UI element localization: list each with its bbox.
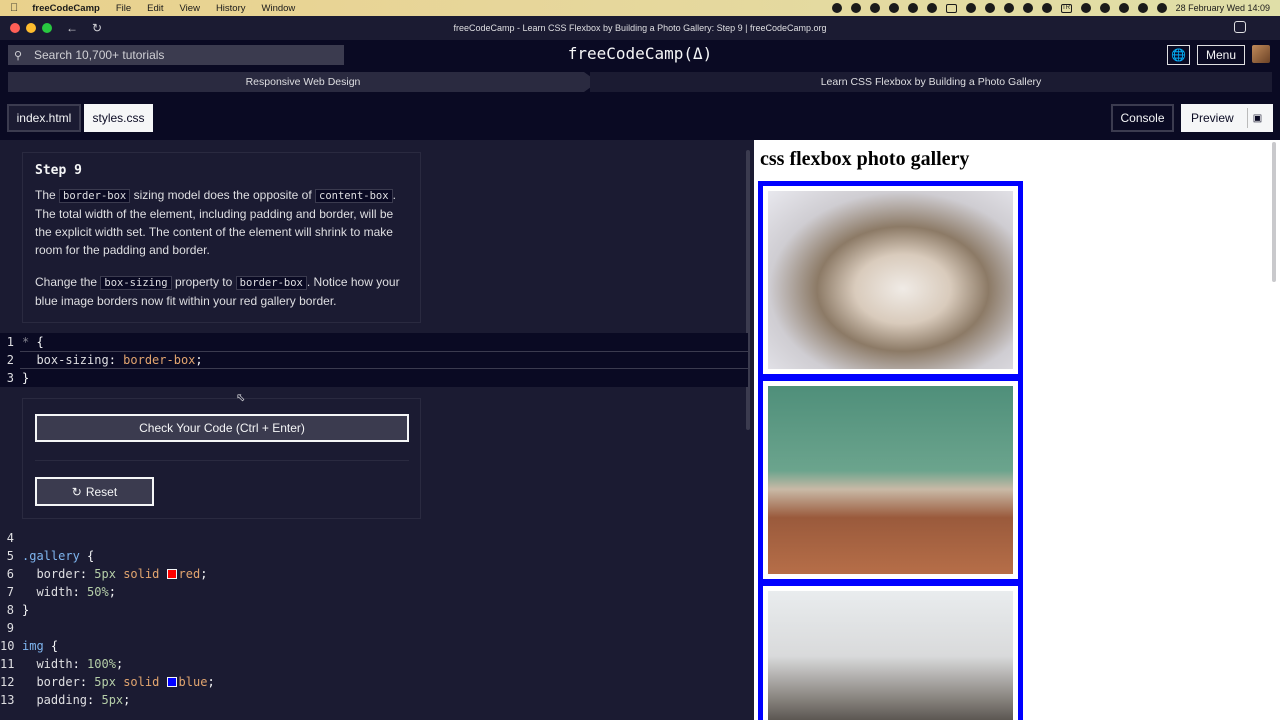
minimize-window-icon[interactable] bbox=[26, 23, 36, 33]
input-source[interactable]: TR bbox=[1060, 3, 1072, 13]
close-window-icon[interactable] bbox=[10, 23, 20, 33]
extensions-icon[interactable] bbox=[1234, 21, 1246, 33]
volume-icon[interactable] bbox=[1041, 3, 1052, 13]
fcc-navbar: ⚲ Search 10,700+ tutorials freeCodeCamp(… bbox=[0, 40, 1280, 70]
step-paragraph-1: The border-box sizing model does the opp… bbox=[35, 188, 396, 257]
control-center-icon[interactable] bbox=[1156, 3, 1167, 13]
search-bar[interactable]: ⚲ Search 10,700+ tutorials bbox=[8, 45, 344, 65]
shield-icon[interactable] bbox=[869, 3, 880, 13]
breadcrumb-superblock[interactable]: Responsive Web Design bbox=[8, 72, 598, 92]
gallery-image bbox=[758, 581, 1023, 720]
code-line[interactable]: 6 border: 5px solid red; bbox=[0, 565, 208, 583]
display-icon[interactable] bbox=[945, 3, 957, 13]
tab-styles-css[interactable]: styles.css bbox=[84, 104, 153, 132]
code-line[interactable]: 3} bbox=[0, 369, 29, 387]
dropbox-icon[interactable] bbox=[907, 3, 918, 13]
cat-photo-peeking bbox=[768, 591, 1013, 720]
step-description: Step 9 The border-box sizing model does … bbox=[22, 152, 421, 323]
browser-titlebar: ← ↻ freeCodeCamp - Learn CSS Flexbox by … bbox=[0, 16, 1280, 40]
menu-edit[interactable]: Edit bbox=[147, 3, 163, 14]
mac-menu-bar:  freeCodeCamp File Edit View History Wi… bbox=[0, 0, 1280, 16]
back-arrow-icon[interactable]: ← bbox=[66, 21, 78, 35]
wifi-icon[interactable] bbox=[1137, 3, 1148, 13]
editor-scrollbar[interactable] bbox=[746, 150, 750, 430]
battery-icon[interactable] bbox=[1022, 3, 1033, 13]
menu-button[interactable]: Menu bbox=[1197, 45, 1245, 65]
tab-index-html[interactable]: index.html bbox=[7, 104, 81, 132]
popout-icon[interactable]: ▣ bbox=[1247, 108, 1267, 128]
cloud-icon[interactable] bbox=[888, 3, 899, 13]
window-title: freeCodeCamp - Learn CSS Flexbox by Buil… bbox=[453, 23, 827, 33]
reset-button[interactable]: ↻ Reset bbox=[35, 477, 154, 506]
code-line[interactable]: 1 * { bbox=[0, 333, 44, 351]
step-title: Step 9 bbox=[35, 163, 82, 178]
preview-heading: css flexbox photo gallery bbox=[760, 148, 970, 170]
code-line[interactable]: 13 padding: 5px; bbox=[0, 691, 130, 709]
preview-pane[interactable]: css flexbox photo gallery bbox=[754, 140, 1280, 720]
gallery-image bbox=[758, 376, 1023, 584]
code-line[interactable]: 11 width: 100%; bbox=[0, 655, 123, 673]
brightness-icon[interactable] bbox=[1099, 3, 1110, 13]
extension-icon[interactable] bbox=[850, 3, 861, 13]
apple-icon[interactable]:  bbox=[10, 2, 18, 14]
menu-file[interactable]: File bbox=[116, 3, 131, 14]
action-panel: Check Your Code (Ctrl + Enter) ↻ Reset bbox=[22, 398, 421, 519]
preview-label: Preview bbox=[1191, 111, 1234, 125]
preview-scrollbar[interactable] bbox=[1272, 142, 1276, 282]
reset-label: Reset bbox=[85, 484, 118, 499]
step-paragraph-2: Change the box-sizing property to border… bbox=[35, 275, 400, 308]
code-line[interactable]: 8} bbox=[0, 601, 29, 619]
blue-swatch-icon bbox=[166, 677, 177, 687]
search-icon[interactable] bbox=[1118, 3, 1129, 13]
console-button[interactable]: Console bbox=[1111, 104, 1174, 132]
check-code-button[interactable]: Check Your Code (Ctrl + Enter) bbox=[35, 414, 409, 442]
menu-view[interactable]: View bbox=[180, 3, 200, 14]
app-name[interactable]: freeCodeCamp bbox=[32, 3, 100, 14]
code-line[interactable]: 7 width: 50%; bbox=[0, 583, 116, 601]
avatar[interactable] bbox=[1252, 45, 1270, 63]
search-input[interactable]: Search 10,700+ tutorials bbox=[34, 48, 164, 62]
record-icon[interactable] bbox=[831, 3, 842, 13]
reset-icon: ↻ bbox=[71, 484, 82, 499]
cat-photo-sleeping bbox=[768, 191, 1013, 369]
code-line[interactable]: 9 bbox=[0, 619, 22, 637]
status-area: TR 28 February Wed 14:09 bbox=[831, 0, 1270, 16]
code-line[interactable]: 4 bbox=[0, 529, 22, 547]
clock[interactable]: 28 February Wed 14:09 bbox=[1176, 3, 1270, 13]
maximize-window-icon[interactable] bbox=[42, 23, 52, 33]
breadcrumb: Responsive Web Design Learn CSS Flexbox … bbox=[8, 72, 1272, 92]
code-line[interactable]: 10 img { bbox=[0, 637, 58, 655]
gallery-image bbox=[758, 181, 1023, 379]
window-controls bbox=[10, 23, 52, 33]
airplay-icon[interactable] bbox=[984, 3, 995, 13]
play-icon[interactable] bbox=[965, 3, 976, 13]
search-icon: ⚲ bbox=[14, 49, 23, 62]
user-icon[interactable] bbox=[1003, 3, 1014, 13]
code-line[interactable]: 12 border: 5px solid blue; bbox=[0, 673, 215, 691]
preview-button[interactable]: Preview ▣ bbox=[1181, 104, 1273, 132]
menu-window[interactable]: Window bbox=[262, 3, 296, 14]
globe-icon[interactable]: 🌐 bbox=[1167, 45, 1190, 65]
cat-photo-lying bbox=[768, 386, 1013, 574]
reload-icon[interactable]: ↻ bbox=[92, 21, 102, 35]
code-line[interactable]: 5 .gallery { bbox=[0, 547, 94, 565]
divider bbox=[35, 460, 409, 461]
bluetooth-icon[interactable] bbox=[1080, 3, 1091, 13]
menu-history[interactable]: History bbox=[216, 3, 246, 14]
breadcrumb-block[interactable]: Learn CSS Flexbox by Building a Photo Ga… bbox=[590, 72, 1272, 92]
code-line[interactable]: 2 box-sizing: border-box; bbox=[0, 351, 203, 369]
mouse-cursor-icon: ⬁ bbox=[236, 392, 246, 404]
hand-icon[interactable] bbox=[926, 3, 937, 13]
red-swatch-icon bbox=[166, 569, 177, 579]
